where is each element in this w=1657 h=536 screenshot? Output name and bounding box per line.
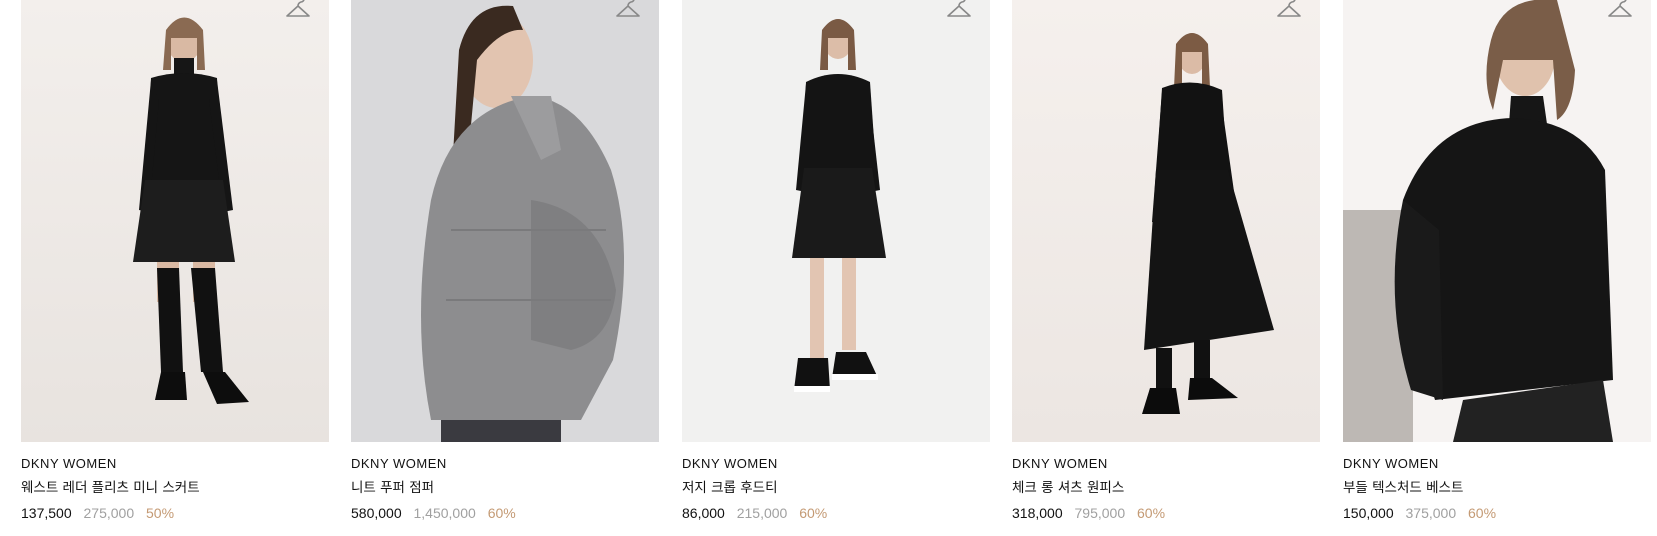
original-price: 275,000 <box>83 505 135 521</box>
discount-rate: 60% <box>487 505 516 521</box>
sale-price: 580,000 <box>351 505 402 521</box>
price-row: 580,000 1,450,000 60% <box>351 504 659 522</box>
product-brand: DKNY WOMEN <box>682 456 778 471</box>
product-card[interactable]: DKNY WOMEN 저지 크롭 후드티 86,000 215,000 60% <box>682 0 990 522</box>
product-card[interactable]: DKNY WOMEN 웨스트 레더 플리츠 미니 스커트 137,500 275… <box>21 0 329 522</box>
product-card[interactable]: DKNY WOMEN 체크 롱 셔츠 원피스 318,000 795,000 6… <box>1012 0 1320 522</box>
sale-price: 86,000 <box>682 505 725 521</box>
original-price: 215,000 <box>736 505 788 521</box>
original-price: 375,000 <box>1405 505 1457 521</box>
product-name[interactable]: 니트 푸퍼 점퍼 <box>351 480 659 497</box>
product-name[interactable]: 웨스트 레더 플리츠 미니 스커트 <box>21 480 329 497</box>
product-card[interactable]: DKNY WOMEN 부들 텍스처드 베스트 150,000 375,000 6… <box>1343 0 1651 522</box>
price-row: 150,000 375,000 60% <box>1343 504 1651 522</box>
discount-rate: 60% <box>799 505 828 521</box>
hanger-icon[interactable] <box>946 0 972 20</box>
price-row: 137,500 275,000 50% <box>21 504 329 522</box>
product-brand: DKNY WOMEN <box>351 456 447 471</box>
product-grid: DKNY WOMEN 웨스트 레더 플리츠 미니 스커트 137,500 275… <box>0 0 1657 536</box>
product-name[interactable]: 저지 크롭 후드티 <box>682 480 990 497</box>
sale-price: 137,500 <box>21 505 72 521</box>
discount-rate: 50% <box>146 505 175 521</box>
product-image[interactable] <box>21 0 329 442</box>
hanger-icon[interactable] <box>285 0 311 20</box>
product-brand: DKNY WOMEN <box>1012 456 1108 471</box>
discount-rate: 60% <box>1137 505 1166 521</box>
hanger-icon[interactable] <box>1276 0 1302 20</box>
product-image[interactable] <box>682 0 990 442</box>
product-brand: DKNY WOMEN <box>1343 456 1439 471</box>
product-image[interactable] <box>1012 0 1320 442</box>
sale-price: 150,000 <box>1343 505 1394 521</box>
product-brand: DKNY WOMEN <box>21 456 117 471</box>
product-image[interactable] <box>351 0 659 442</box>
product-name[interactable]: 부들 텍스처드 베스트 <box>1343 480 1651 497</box>
product-name[interactable]: 체크 롱 셔츠 원피스 <box>1012 480 1320 497</box>
price-row: 86,000 215,000 60% <box>682 504 990 522</box>
original-price: 1,450,000 <box>413 505 476 521</box>
price-row: 318,000 795,000 60% <box>1012 504 1320 522</box>
hanger-icon[interactable] <box>615 0 641 20</box>
hanger-icon[interactable] <box>1607 0 1633 20</box>
product-card[interactable]: DKNY WOMEN 니트 푸퍼 점퍼 580,000 1,450,000 60… <box>351 0 659 522</box>
original-price: 795,000 <box>1074 505 1126 521</box>
sale-price: 318,000 <box>1012 505 1063 521</box>
product-image[interactable] <box>1343 0 1651 442</box>
discount-rate: 60% <box>1468 505 1497 521</box>
